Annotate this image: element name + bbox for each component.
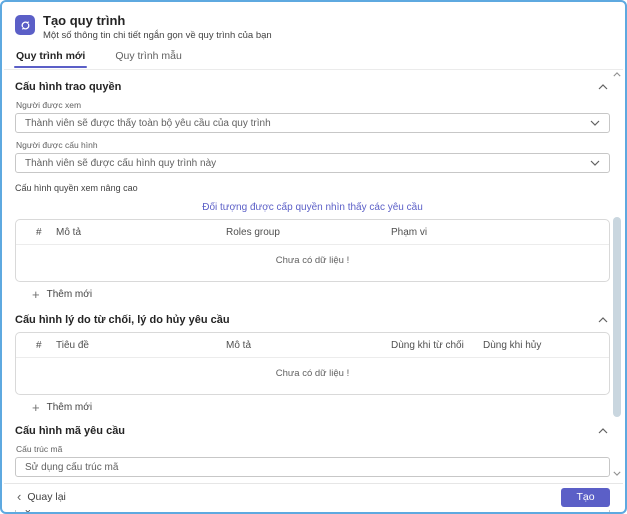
header-text: Tạo quy trình Một số thông tin chi tiết … [43,13,272,41]
section-grant-title: Cấu hình trao quyền [15,81,122,93]
code-structure-field [15,457,610,477]
collapse-grant-icon[interactable] [596,83,610,91]
tab-template-process[interactable]: Quy trình mẫu [114,50,183,69]
scrollbar-thumb[interactable] [613,217,621,417]
col-used-on-reject: Dùng khi từ chối [391,339,464,351]
col-used-on-cancel: Dùng khi hủy [483,339,542,351]
tab-bar: Quy trình mới Quy trình mẫu [13,50,625,69]
viewer-label: Người được xem [16,100,82,110]
collapse-reasons-icon[interactable] [596,316,610,324]
chevron-down-icon [590,160,600,166]
add-role-label: Thêm mới [46,289,93,300]
code-structure-label: Cấu trúc mã [16,444,63,454]
advanced-permission-link[interactable]: Đối tượng được cấp quyền nhìn thấy các y… [15,202,610,213]
roles-table: # Mô tả Roles group Phạm vi Chưa có dữ l… [15,219,610,282]
section-grant-header: Cấu hình trao quyền [15,81,610,93]
scroll-up-icon[interactable] [613,64,621,82]
configurer-select-value: Thành viên sẽ được cấu hình quy trình nà… [25,157,217,169]
back-button[interactable]: ‹ Quay lại [17,489,66,504]
section-code-title: Cấu hình mã yêu cầu [15,425,126,437]
page-subtitle: Một số thông tin chi tiết ngắn gọn về qu… [43,30,272,41]
col-index: # [36,226,42,238]
code-structure-input[interactable] [25,461,600,473]
configurer-label: Người được cấu hình [16,140,98,150]
dialog-footer: ‹ Quay lại Tạo [4,483,623,510]
sync-icon [21,20,29,30]
roles-table-empty: Chưa có dữ liệu ! [275,255,350,266]
col-scope: Phạm vi [391,226,428,238]
plus-icon: + [32,399,40,415]
vertical-scrollbar[interactable] [612,64,622,481]
add-role-button[interactable]: + Thêm mới [32,286,610,302]
reasons-table-empty: Chưa có dữ liệu ! [275,368,350,379]
configurer-select[interactable]: Thành viên sẽ được cấu hình quy trình nà… [15,153,610,173]
col-description: Mô tả [56,226,82,238]
dialog-header: Tạo quy trình Một số thông tin chi tiết … [2,2,625,41]
tab-new-process[interactable]: Quy trình mới [13,50,88,69]
viewer-select-value: Thành viên sẽ được thấy toàn bộ yêu cầu … [25,117,271,129]
page-title: Tạo quy trình [43,13,126,28]
scroll-down-icon[interactable] [613,463,621,481]
viewer-select[interactable]: Thành viên sẽ được thấy toàn bộ yêu cầu … [15,113,610,133]
back-label: Quay lại [27,491,66,503]
create-button[interactable]: Tạo [561,487,610,507]
section-code-header: Cấu hình mã yêu cầu [15,425,610,437]
collapse-code-icon[interactable] [596,427,610,435]
add-reason-label: Thêm mới [46,402,93,413]
chevron-down-icon [590,120,600,126]
col-roles-group: Roles group [226,226,280,238]
advanced-permission-label: Cấu hình quyền xem nâng cao [15,183,138,193]
tab-divider [4,69,623,70]
col-description: Mô tả [226,339,252,351]
section-reasons-title: Cấu hình lý do từ chối, lý do hủy yêu cầ… [15,314,230,326]
section-reasons-header: Cấu hình lý do từ chối, lý do hủy yêu cầ… [15,314,610,326]
reasons-table: # Tiêu đề Mô tả Dùng khi từ chối Dùng kh… [15,332,610,395]
form-content: Cấu hình trao quyền Người được xem Thành… [2,81,625,512]
process-sync-icon [15,15,35,35]
col-index: # [36,339,42,351]
add-reason-button[interactable]: + Thêm mới [32,399,610,415]
roles-table-header: # Mô tả Roles group Phạm vi [16,220,609,245]
scrollbar-track[interactable] [612,82,622,463]
plus-icon: + [32,286,40,302]
chevron-left-icon: ‹ [17,489,22,504]
create-process-dialog: Tạo quy trình Một số thông tin chi tiết … [0,0,627,514]
col-title: Tiêu đề [56,339,89,351]
reasons-table-header: # Tiêu đề Mô tả Dùng khi từ chối Dùng kh… [16,333,609,358]
